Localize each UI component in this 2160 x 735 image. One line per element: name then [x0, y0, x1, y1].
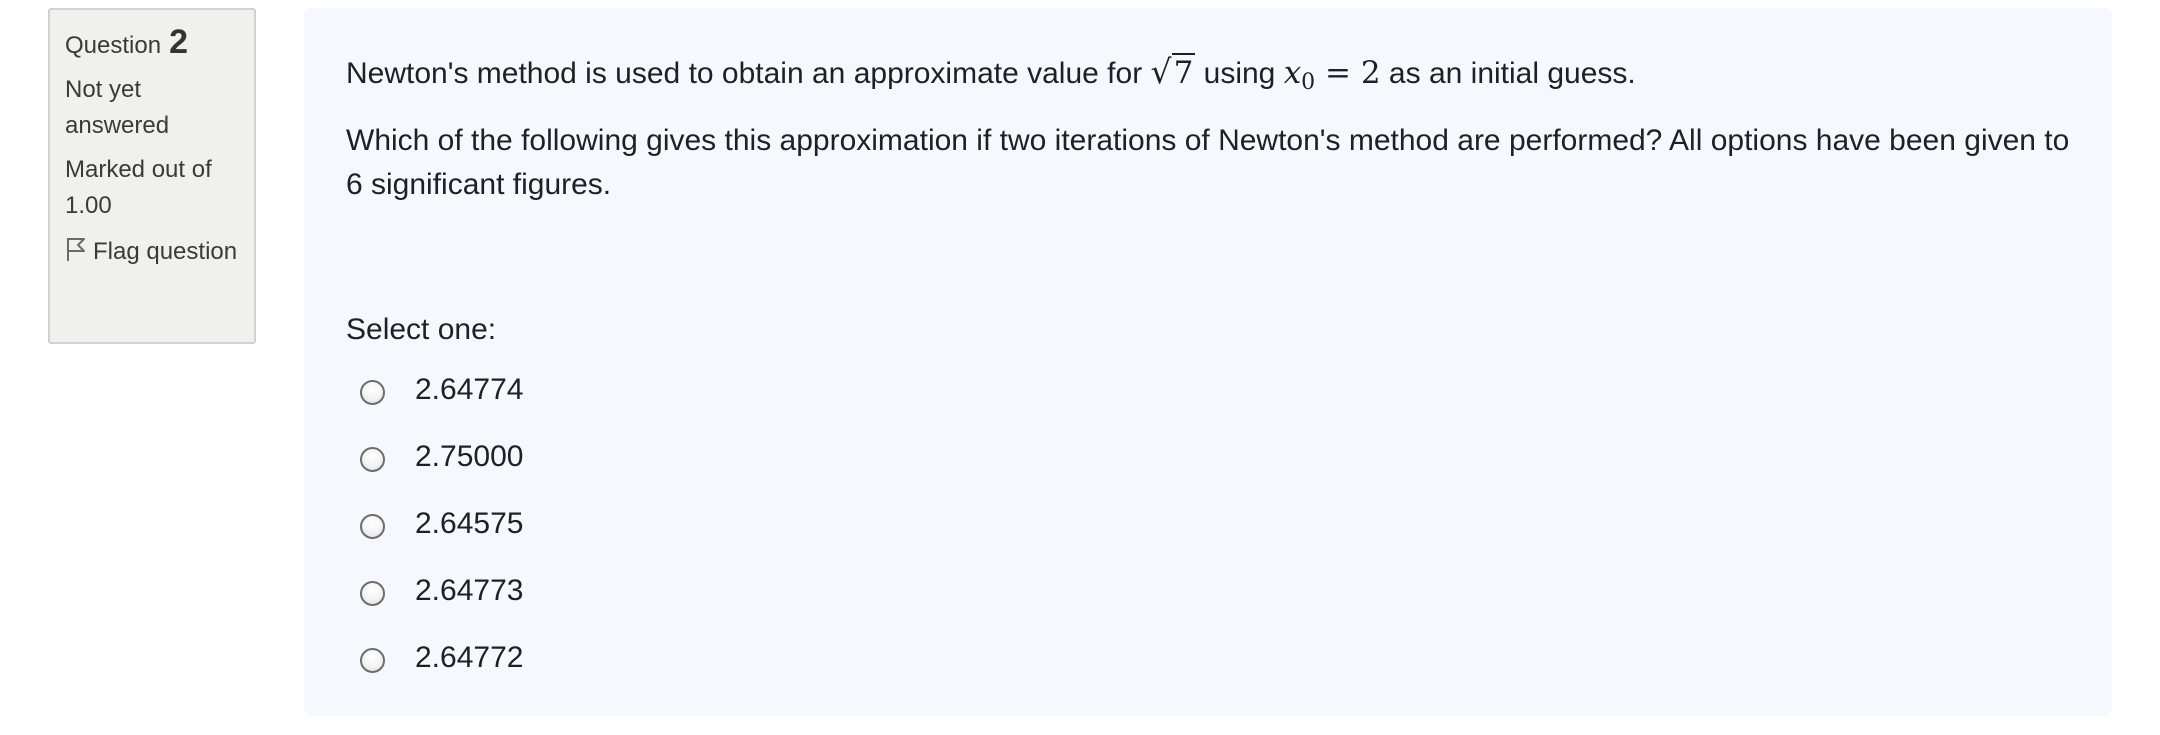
answer-option-label[interactable]: 2.64575	[415, 507, 523, 541]
question-word: Question	[65, 32, 162, 59]
question-grade: Marked out of 1.00	[65, 156, 212, 219]
question-state: Not yet answered	[65, 76, 170, 139]
question-text: Newton's method is used to obtain an app…	[346, 50, 2086, 221]
question-text-using: using	[1195, 57, 1284, 90]
radio-button[interactable]	[360, 447, 385, 472]
sqrt-symbol: √	[1150, 52, 1172, 91]
equals-sign: =	[1315, 55, 1361, 91]
answer-option[interactable]: 2.64575	[360, 490, 523, 557]
question-number-value: 2	[169, 23, 188, 61]
initial-guess-expression: x0 = 2	[1283, 55, 1381, 95]
question-line-2: Which of the following gives this approx…	[346, 124, 2070, 201]
radio-button[interactable]	[360, 648, 385, 673]
flag-icon	[67, 238, 85, 261]
radio-button[interactable]	[360, 380, 385, 405]
answer-option[interactable]: 2.75000	[360, 423, 523, 490]
initial-value: 2	[1360, 55, 1381, 91]
answer-option-label[interactable]: 2.64772	[415, 641, 523, 675]
answer-option[interactable]: 2.64774	[360, 356, 523, 423]
select-one-label: Select one:	[346, 313, 497, 346]
radio-button[interactable]	[360, 581, 385, 606]
answer-option-label[interactable]: 2.64774	[415, 373, 523, 407]
answer-option-label[interactable]: 2.75000	[415, 440, 523, 474]
answer-option[interactable]: 2.64773	[360, 557, 523, 624]
flag-question-button[interactable]: Flag question	[65, 234, 240, 270]
sqrt-argument: 7	[1171, 53, 1196, 91]
answer-option[interactable]: 2.64772	[360, 624, 523, 691]
flag-question-label: Flag question	[93, 238, 238, 265]
answer-option-label[interactable]: 2.64773	[415, 574, 523, 608]
question-number: Question 2	[65, 24, 240, 64]
radio-button[interactable]	[360, 514, 385, 539]
sqrt-expression: √7	[1151, 50, 1196, 95]
question-text-end: as an initial guess.	[1380, 57, 1636, 90]
variable-subscript: 0	[1301, 70, 1316, 95]
answer-options: 2.64774 2.75000 2.64575 2.64773 2.64772	[360, 356, 523, 691]
question-info-panel: Question 2 Not yet answered Marked out o…	[48, 8, 256, 344]
question-text-intro: Newton's method is used to obtain an app…	[346, 57, 1151, 90]
question-content: Newton's method is used to obtain an app…	[304, 8, 2112, 716]
question-line-1: Newton's method is used to obtain an app…	[346, 50, 2086, 105]
variable-x: x	[1283, 55, 1302, 91]
